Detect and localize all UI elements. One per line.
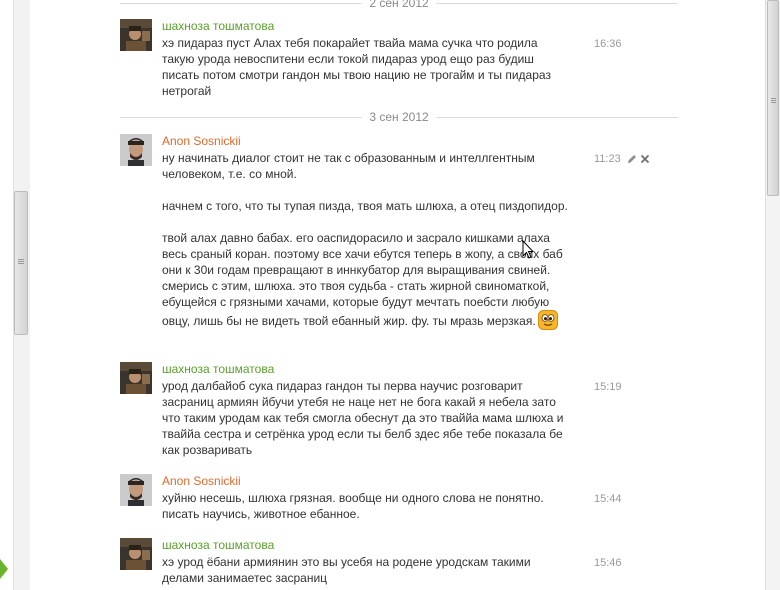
message-author[interactable]: шахноза тошматова — [162, 19, 274, 33]
right-scrollbar-thumb[interactable] — [767, 0, 779, 196]
message-time: 15:44 — [594, 493, 622, 505]
user-avatar-icon[interactable] — [120, 362, 152, 394]
smiley-face-icon — [537, 310, 558, 334]
mouse-cursor-icon — [522, 239, 535, 263]
message-paragraph: хэ урод ёбани армиянин это вы усебя на р… — [162, 555, 531, 585]
message-time: 15:19 — [594, 381, 622, 393]
message-author[interactable]: шахноза тошматова — [162, 362, 274, 376]
close-icon[interactable] — [640, 153, 650, 167]
message-author[interactable]: Anon Sosnickii — [162, 134, 241, 148]
message-time: 16:36 — [594, 38, 622, 50]
message-time: 15:46 — [594, 557, 622, 569]
user-avatar-icon[interactable] — [120, 474, 152, 506]
message-paragraph: твой алах давно бабах. его оаспидорасило… — [162, 230, 572, 334]
message-thread: 2 сен 2012 шахноза тошматова хэ пидараз … — [0, 0, 765, 590]
date-separator-label: 2 сен 2012 — [361, 0, 437, 10]
message-author[interactable]: Anon Sosnickii — [162, 474, 241, 488]
message-paragraph: ну начинать диалог стоит не так с образо… — [162, 151, 535, 181]
right-scrollbar[interactable] — [765, 0, 780, 590]
message-paragraph-text: твой алах давно бабах. его оаспидорасило… — [162, 231, 563, 328]
date-separator: 2 сен 2012 — [120, 0, 678, 10]
message-author[interactable]: шахноза тошматова — [162, 538, 274, 552]
message-paragraph: хуйню несешь, шлюха грязная. вообще ни о… — [162, 491, 544, 521]
user-avatar-icon[interactable] — [120, 538, 152, 570]
message-paragraph: урод далбайоб сука пидараз гандон ты пер… — [162, 379, 564, 457]
date-separator: 3 сен 2012 — [120, 110, 678, 124]
user-avatar-icon[interactable] — [120, 19, 152, 51]
pencil-icon[interactable] — [627, 153, 637, 167]
message-text: хуйню несешь, шлюха грязная. вообще ни о… — [162, 490, 572, 522]
message-text: урод далбайоб сука пидараз гандон ты пер… — [162, 378, 572, 458]
message-tools — [627, 153, 651, 165]
message-text: ну начинать диалог стоит не так с образо… — [162, 150, 572, 334]
message-text: хэ пидараз пуст Алах тебя покарайет твай… — [162, 35, 572, 99]
message-paragraph: хэ пидараз пуст Алах тебя покарайет твай… — [162, 36, 551, 98]
user-avatar-icon[interactable] — [120, 134, 152, 166]
message-text: хэ урод ёбани армиянин это вы усебя на р… — [162, 554, 572, 586]
message-time: 11:23 — [594, 153, 621, 165]
date-separator-label: 3 сен 2012 — [361, 110, 437, 124]
message-paragraph: начнем с того, что ты тупая пизда, твоя … — [162, 199, 568, 213]
